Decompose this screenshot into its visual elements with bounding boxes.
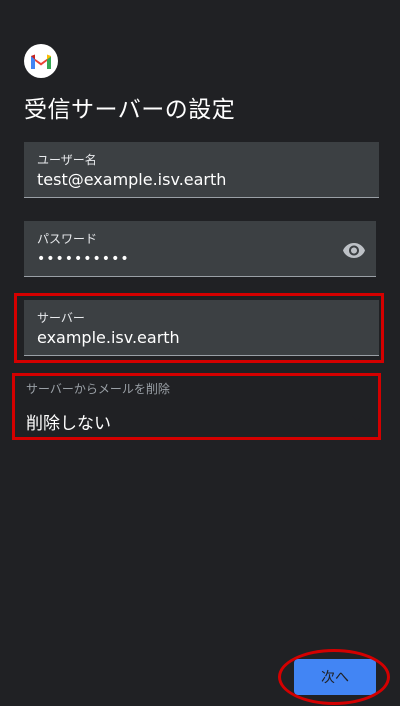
username-value: test@example.isv.earth — [37, 170, 227, 189]
incoming-server-settings-screen: 受信サーバーの設定 ユーザー名 test@example.isv.earth パ… — [0, 0, 400, 706]
gmail-logo-icon — [24, 44, 58, 78]
username-field[interactable]: ユーザー名 test@example.isv.earth — [24, 142, 379, 198]
next-button-highlight-ellipse — [278, 649, 390, 705]
password-label: パスワード — [37, 232, 98, 246]
password-field[interactable]: パスワード •••••••••• — [24, 221, 376, 277]
delete-policy-highlight-box — [12, 373, 381, 440]
eye-icon[interactable] — [342, 238, 366, 262]
username-label: ユーザー名 — [37, 153, 97, 167]
server-highlight-box — [14, 293, 384, 363]
password-value: •••••••••• — [37, 251, 130, 267]
page-title: 受信サーバーの設定 — [24, 97, 236, 123]
